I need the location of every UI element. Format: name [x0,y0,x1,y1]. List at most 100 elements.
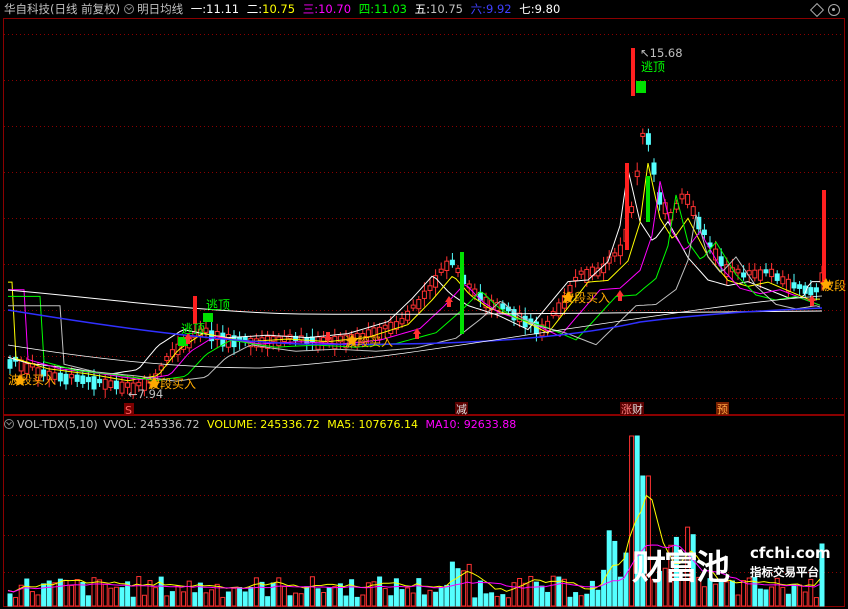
candle [757,269,763,281]
candle [735,268,741,274]
tag-zhang: 涨 [621,403,632,416]
volume-bar [461,570,467,607]
candle [416,299,422,310]
volume-bar [701,586,707,607]
escape-label: 逃顶 [641,60,665,74]
volume-bar [29,591,35,607]
volume-bar [444,584,450,607]
volume-bar [472,597,478,607]
candle [113,380,119,390]
volume-bar [763,589,769,607]
volume-bar [237,587,243,607]
candle [332,336,338,350]
candle [444,260,450,271]
volume-bar [119,587,125,607]
candle [573,276,579,281]
volume-bar [567,596,573,607]
candle [791,282,797,289]
watermark-tagline: 指标交易平台 [750,565,819,579]
tag-s: S [125,404,132,417]
volume-bar [802,591,808,607]
escape-signal-bar [631,48,635,96]
volume-bar [517,578,523,607]
volume-bar [449,561,455,607]
volume-bar [7,593,13,607]
volume-bar [265,596,271,607]
volume-bar [573,592,579,607]
volume-bar [253,577,259,607]
volume-value: VOLUME: 245336.72 [207,418,320,431]
candle [752,269,758,279]
volume-bar [181,591,187,607]
volume-bar [113,586,119,607]
volume-bar [601,569,607,607]
volume-bar [192,592,198,607]
escape-box [636,81,646,93]
candle [813,287,819,293]
volume-bar [584,593,590,607]
volume-bar [545,591,551,607]
volume-bar [326,587,332,607]
candle [119,381,125,394]
volume-bar [550,575,556,607]
candle [382,324,388,330]
volume-bar [130,596,136,607]
escape-signal-bar [193,296,197,324]
volume-bar [399,589,405,607]
volume-bar [298,593,304,607]
volume-bar [85,595,91,607]
volume-bar [438,586,444,607]
volume-bar [209,589,215,607]
candle [85,376,91,383]
buy-label: 波段买入 [562,290,610,305]
candle [276,336,282,347]
volume-bar [186,580,192,607]
volume-bar [780,586,786,607]
volume-bar [287,595,293,607]
volume-bar [505,597,511,607]
candle [399,317,405,325]
volume-dropdown-icon[interactable] [4,419,14,429]
watermark-url: cfchi.com [750,544,831,562]
volume-bar [377,576,383,607]
candle [651,162,657,175]
volume-bar [433,591,439,607]
ma-line-long [7,289,823,315]
candle [438,268,444,273]
volume-bar [578,595,584,607]
volume-bar [483,593,489,607]
candle [108,380,114,388]
volume-bar [35,594,41,607]
volume-bar [410,592,416,607]
tag-reduce: 减 [456,403,467,416]
volume-header: VOL-TDX(5,10) VVOL: 245336.72 VOLUME: 24… [0,417,848,433]
moving-average-lines [7,162,823,382]
candle [769,268,775,278]
volume-bar [791,584,797,607]
price-annotations: ↖15.68 ←7.94 逃顶 逃顶 逃顶 波段买入 波段买入 波段买入 波段买… [8,46,846,401]
volume-bar [354,596,360,607]
high-price-label: ↖15.68 [640,46,683,60]
watermark-brand: 财富池 [632,548,730,588]
volume-bar [315,588,321,607]
volume-bar [405,587,411,607]
volume-bar [477,580,483,607]
candle [421,290,427,299]
volume-bar [304,586,310,607]
buy-label: 波段买入 [8,372,56,387]
candle [427,285,433,291]
volume-bar [80,582,86,607]
volume-bar [757,588,763,607]
buy-label: 波段 [822,278,846,293]
volume-bar [203,592,209,607]
volume-bar [466,563,472,607]
volume-bar [500,594,506,607]
volume-bar [489,592,495,607]
volume-bar [74,579,80,607]
escape-box [203,313,213,322]
volume-bar [321,592,327,607]
candle [500,303,506,310]
volume-bar [332,586,338,607]
volume-bar [612,540,618,607]
candle [645,133,651,145]
